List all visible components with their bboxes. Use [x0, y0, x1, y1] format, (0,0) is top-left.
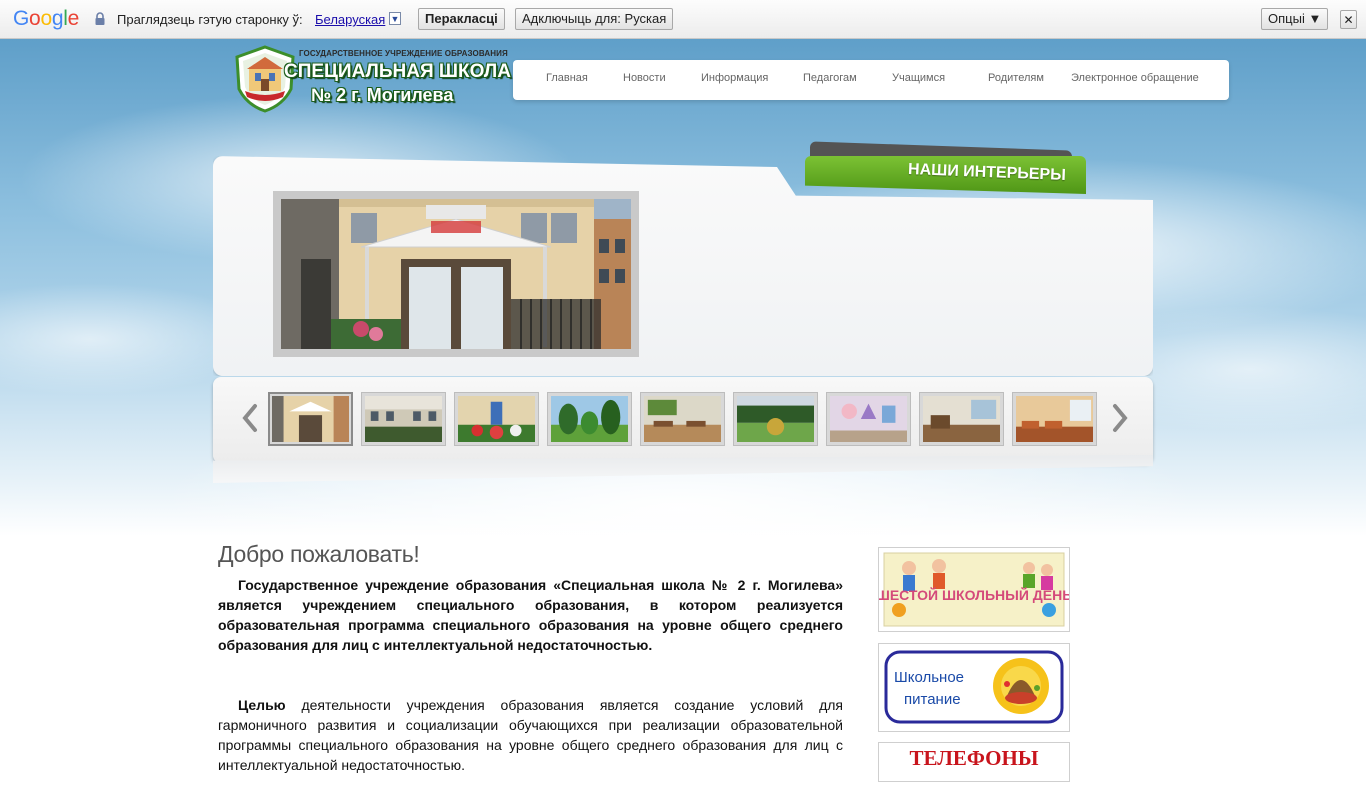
site-logo[interactable]: ГОСУДАРСТВЕННОЕ УЧРЕЖДЕНИЕ ОБРАЗОВАНИЯ С… [233, 45, 511, 113]
translate-button[interactable]: Перакласці [418, 8, 505, 30]
thumbnail-2[interactable] [361, 392, 446, 446]
banner2-line1: Школьное [894, 669, 964, 686]
sunflower-icon [993, 658, 1049, 714]
banner2-line2: питание [904, 691, 961, 708]
thumbnail-7[interactable] [826, 392, 911, 446]
banner-phones[interactable]: ТЕЛЕФОНЫ [878, 742, 1070, 782]
banner1-text: ШЕСТОЙ ШКОЛЬНЫЙ ДЕНЬ [879, 586, 1069, 603]
goal-text: деятельности учреждения образования явля… [218, 697, 843, 773]
nav-item-parents[interactable]: Родителям [988, 72, 1044, 84]
goal-label: Целью [238, 697, 286, 713]
logo-line-2: СПЕЦИАЛЬНАЯ ШКОЛА [284, 61, 511, 82]
nav-item-teachers[interactable]: Педагогам [803, 72, 857, 84]
chevron-left-icon[interactable] [240, 402, 260, 434]
main-photo[interactable] [281, 199, 631, 349]
thumbnail-9[interactable] [1012, 392, 1097, 446]
main-navigation: Главная Новости Информация Педагогам Уча… [513, 60, 1229, 100]
thumbnail-3[interactable] [454, 392, 539, 446]
intro-paragraph: Государственное учреждение образования «… [218, 577, 843, 653]
goal-paragraph: Целью деятельности учреждения образовани… [218, 695, 843, 775]
nav-item-news[interactable]: Новости [623, 72, 666, 84]
translate-prompt: Праглядзець гэтую старонку ў: [117, 12, 303, 27]
thumbnail-5[interactable] [640, 392, 725, 446]
thumbnail-8[interactable] [919, 392, 1004, 446]
nav-item-e-appeal[interactable]: Электронное обращение [1071, 72, 1199, 84]
nav-item-info[interactable]: Информация [701, 72, 768, 84]
chevron-right-icon[interactable] [1110, 402, 1130, 434]
thumbnail-4[interactable] [547, 392, 632, 446]
thumbnail-1[interactable] [268, 392, 353, 446]
nav-item-students[interactable]: Учащимся [892, 72, 945, 84]
language-select[interactable]: Беларуская [315, 12, 385, 27]
banner-school-nutrition[interactable]: Школьное питание [878, 643, 1070, 732]
thumbnail-6[interactable] [733, 392, 818, 446]
main-content: Добро пожаловать! Государственное учрежд… [218, 541, 843, 773]
options-button[interactable]: Опцыі ▼ [1261, 8, 1329, 30]
nav-item-home[interactable]: Главная [546, 72, 588, 84]
lock-icon [95, 12, 105, 25]
translate-bar: Google Праглядзець гэтую старонку ў: Бел… [0, 0, 1366, 39]
close-icon[interactable]: ✕ [1340, 10, 1357, 29]
banner-sixth-school-day[interactable]: ШЕСТОЙ ШКОЛЬНЫЙ ДЕНЬ [876, 547, 1072, 632]
page-title: Добро пожаловать! [218, 541, 420, 567]
dropdown-arrow-icon[interactable]: ▼ [389, 12, 401, 25]
logo-line-1: ГОСУДАРСТВЕННОЕ УЧРЕЖДЕНИЕ ОБРАЗОВАНИЯ [299, 49, 508, 58]
slider-tab-title: НАШИ ИНТЕРЬЕРЫ [907, 160, 1067, 185]
logo-line-3: № 2 г. Могилева [311, 85, 454, 105]
banner3-text: ТЕЛЕФОНЫ [910, 746, 1039, 770]
turn-off-button[interactable]: Адключыць для: Руская [515, 8, 674, 30]
google-logo: Google [13, 7, 79, 30]
